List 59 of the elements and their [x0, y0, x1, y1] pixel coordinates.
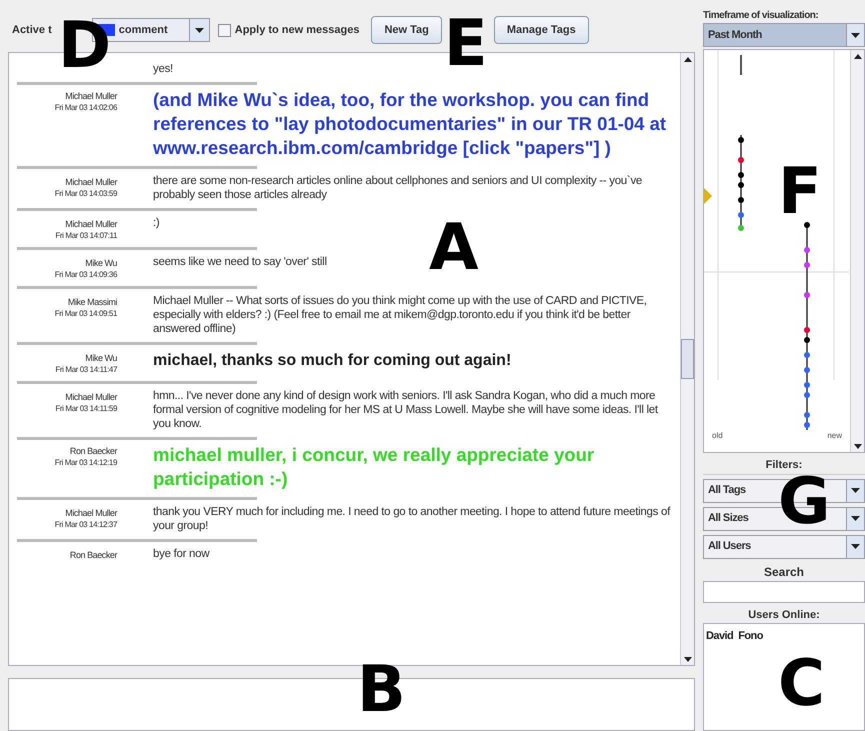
active-tag-label: Active t	[12, 22, 52, 38]
message-text: (and Mike Wu`s idea, too, for the workshop. you can find references to "lay photodocumentaries" in our TR 01-04 at www.research.ibm.com/cambridge [click "papers"] )	[152, 88, 668, 160]
filters-label: Filters:	[703, 457, 865, 474]
user-name[interactable]: David Fono	[706, 628, 864, 644]
caret-icon	[846, 24, 864, 46]
message-time: Fri Mar 03 14:12:37	[54, 519, 117, 530]
message-text: michael muller, i concur, we really appreciate your participation :-)	[152, 443, 596, 491]
message-time: Fri Mar 03 14:07:11	[55, 230, 117, 241]
message-text: yes!	[152, 62, 174, 76]
message-time: Fri Mar 03 14:12:19	[54, 457, 117, 468]
annotation-letter: C	[778, 652, 825, 716]
timeframe-label: Timeframe of visualization:	[703, 9, 820, 23]
scrollbar[interactable]	[850, 50, 864, 452]
message-author: Michael Muller	[65, 507, 117, 519]
annotation-letter: B	[357, 658, 406, 722]
message-text: michael, thanks so much for coming out again!	[152, 351, 512, 371]
apply-checkbox-label: Apply to new messages	[234, 22, 360, 38]
axis-label: old	[712, 430, 723, 442]
search-field[interactable]	[703, 580, 865, 602]
caret-icon	[846, 480, 864, 502]
annotation-letter: F	[778, 160, 822, 224]
filter-dropdown[interactable]: All Users	[703, 534, 865, 558]
users-online-label: Users Online:	[747, 608, 821, 622]
message-time: Fri Mar 03 14:02:06	[54, 102, 117, 113]
message-text: there are some non-research articles online about cellphones and seniors and UI complexity -- you`ve probably seen those articles already	[152, 174, 644, 202]
message-author: Michael Muller	[65, 176, 117, 188]
message-text: hmn... I've never done any kind of design work with seniors. I'll ask Sandra Kogan, who did a much more formal version of cognitive modeling for her MS at U Mass Lowell. Maybe she will have some ideas. I'll let you know.	[152, 389, 659, 431]
caret-icon	[846, 536, 864, 558]
message-author: Michael Muller	[65, 218, 117, 230]
scrollbar[interactable]	[680, 53, 694, 665]
caret-icon	[846, 508, 864, 530]
toolbar-button[interactable]: Manage Tags	[494, 16, 589, 44]
message-author: Mike Massimi	[68, 296, 117, 308]
message-text: Michael Muller -- What sorts of issues do you think might come up with the use of CARD and PICTIVE, especially with elders? :) (Feel free to email me at mikem@dgp.toronto.edu if you think it'd be better answered offline)	[152, 294, 648, 336]
message-author: Ron Baecker	[70, 549, 117, 561]
message-author: Mike Wu	[85, 257, 117, 269]
timeframe-dropdown[interactable]: Past Month	[703, 23, 865, 47]
annotation-letter: E	[444, 12, 488, 76]
search-label: Search	[762, 564, 806, 580]
message-time: Fri Mar 03 14:09:36	[54, 269, 117, 280]
annotation-letter: A	[429, 216, 479, 280]
message-time: Fri Mar 03 14:11:59	[55, 403, 117, 414]
message-author: Mike Wu	[85, 352, 117, 364]
message-time: Fri Mar 03 14:11:47	[55, 364, 117, 375]
axis-label: new	[827, 430, 842, 442]
message-time: Fri Mar 03 14:09:51	[54, 308, 117, 319]
message-author: Michael Muller	[65, 391, 117, 403]
message-author: Ron Baecker	[70, 445, 117, 457]
message-time: Fri Mar 03 14:03:59	[54, 188, 117, 199]
caret-icon	[188, 19, 209, 41]
message-text: bye for now	[152, 547, 210, 561]
message-text: seems like we need to say 'over' still	[152, 255, 328, 270]
pointer-icon[interactable]	[704, 188, 712, 204]
apply-checkbox[interactable]	[218, 24, 231, 36]
toolbar-button[interactable]: New Tag	[371, 16, 442, 44]
message-text: thank you VERY much for including me. I need to go to another meeting. I hope to attend future meetings of your group!	[152, 505, 672, 533]
message-text: :)	[152, 216, 160, 231]
message-author: Michael Muller	[65, 90, 117, 102]
scroll-thumb[interactable]	[681, 339, 694, 379]
